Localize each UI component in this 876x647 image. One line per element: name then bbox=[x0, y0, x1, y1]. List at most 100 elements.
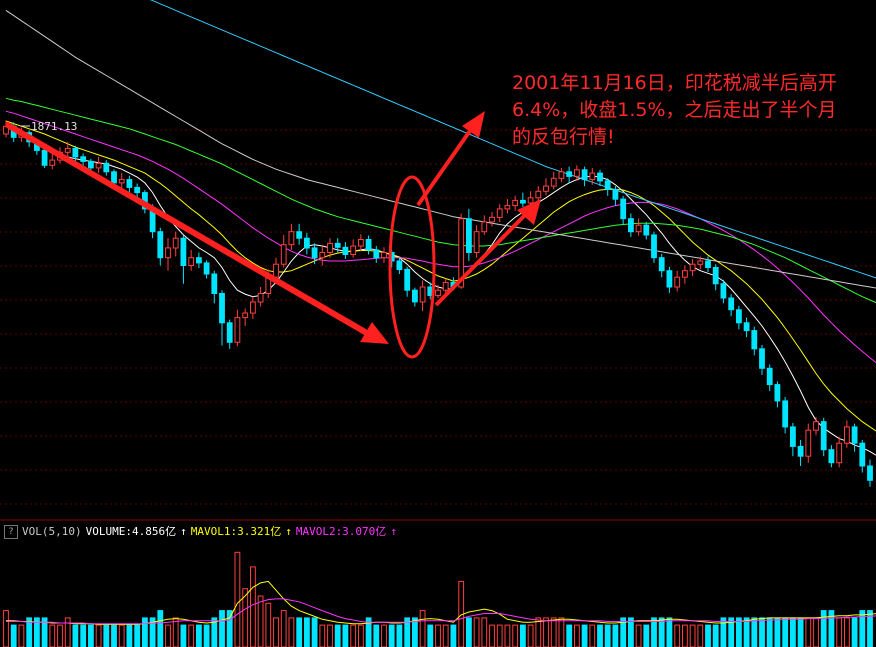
volume-bar bbox=[250, 566, 256, 647]
candle-body bbox=[697, 260, 704, 265]
volume-bar bbox=[80, 624, 87, 647]
candle-body bbox=[859, 442, 866, 467]
candle-body bbox=[180, 237, 187, 266]
volume-bar bbox=[820, 610, 827, 647]
downtrend-arrow bbox=[4, 121, 374, 339]
candle-body bbox=[666, 270, 673, 288]
volume-bar bbox=[527, 624, 534, 647]
candle-body bbox=[327, 242, 333, 253]
volume-bar bbox=[126, 624, 133, 647]
candle-body bbox=[342, 246, 349, 256]
candle-body bbox=[280, 244, 287, 265]
ma-line-2 bbox=[5, 120, 876, 432]
candle-body bbox=[797, 445, 804, 457]
volume-bar bbox=[797, 617, 804, 647]
volume-bar bbox=[720, 617, 727, 647]
annotation-line-1: 2001年11月16日，印花税减半后高开 bbox=[512, 72, 837, 94]
volume-bar bbox=[489, 624, 495, 647]
volume-bar bbox=[304, 617, 310, 647]
candle-body bbox=[535, 190, 542, 199]
candle-body bbox=[134, 186, 141, 194]
candle-body bbox=[442, 281, 449, 291]
candle-body bbox=[473, 231, 480, 253]
candle-body bbox=[304, 237, 310, 249]
volume-bar bbox=[774, 617, 781, 647]
candle-body bbox=[103, 162, 110, 173]
candle-body bbox=[574, 169, 580, 177]
candle-body bbox=[867, 465, 873, 481]
volume-bar bbox=[666, 617, 673, 647]
volume-bar bbox=[219, 610, 225, 647]
volume-bar bbox=[597, 624, 603, 647]
volume-bar bbox=[257, 595, 264, 647]
candle-body bbox=[813, 421, 819, 431]
candle-body bbox=[736, 309, 742, 324]
candle-body bbox=[566, 171, 573, 177]
candle-body bbox=[157, 231, 164, 259]
candle-body bbox=[628, 218, 634, 233]
volume-bar bbox=[188, 624, 195, 647]
volume-bar bbox=[473, 617, 480, 647]
moving-average-lines bbox=[5, 0, 876, 456]
volume-bars bbox=[3, 551, 873, 647]
candle-body bbox=[334, 242, 341, 248]
candle-body bbox=[350, 245, 357, 255]
candle-body bbox=[381, 252, 387, 259]
candle-body bbox=[226, 322, 233, 343]
volume-bar bbox=[689, 624, 696, 647]
volume-bar bbox=[412, 617, 418, 647]
help-icon[interactable]: ? bbox=[4, 525, 18, 539]
volume-bar bbox=[296, 617, 303, 647]
mavol1-arrow-icon: ↑ bbox=[285, 525, 292, 538]
mavol2-arrow-icon: ↑ bbox=[390, 525, 397, 538]
volume-bar bbox=[435, 624, 441, 647]
candle-body bbox=[635, 224, 642, 233]
volume-bar bbox=[790, 617, 796, 647]
volume-bar bbox=[388, 624, 395, 647]
candle-body bbox=[250, 301, 256, 314]
candle-body bbox=[72, 147, 79, 158]
volume-bar bbox=[327, 624, 333, 647]
candle-body bbox=[520, 199, 526, 204]
candle-body bbox=[589, 172, 596, 181]
volume-bar bbox=[450, 624, 457, 647]
candle-body bbox=[489, 216, 495, 223]
volume-bar bbox=[358, 624, 364, 647]
volume-bar bbox=[543, 617, 549, 647]
volume-bar bbox=[643, 624, 650, 647]
volume-bar bbox=[172, 617, 179, 647]
annotation-line-2: 6.4%，收盘1.5%，之后走出了半个月 bbox=[512, 99, 837, 121]
candle-body bbox=[828, 449, 835, 464]
ma-line-1 bbox=[5, 127, 876, 456]
candle-body bbox=[95, 162, 102, 169]
candle-body bbox=[234, 317, 241, 343]
volume-bar bbox=[782, 617, 789, 647]
candle-body bbox=[759, 348, 765, 369]
volume-bar bbox=[612, 624, 619, 647]
candle-body bbox=[820, 421, 827, 451]
volume-bar bbox=[550, 617, 557, 647]
candle-body bbox=[481, 221, 488, 233]
candle-body bbox=[211, 273, 218, 294]
candle-body bbox=[512, 199, 519, 207]
volume-bar bbox=[736, 617, 742, 647]
volume-bar bbox=[705, 624, 711, 647]
volume-bar bbox=[466, 617, 472, 647]
volume-bar bbox=[674, 624, 681, 647]
candle-body bbox=[674, 276, 681, 288]
volume-bar bbox=[350, 624, 357, 647]
candle-body bbox=[844, 426, 850, 444]
candle-body bbox=[651, 234, 657, 259]
candle-body bbox=[643, 224, 650, 236]
volume-bar bbox=[10, 624, 17, 647]
volume-bar bbox=[419, 610, 426, 647]
volume-bar bbox=[95, 624, 102, 647]
volume-bar bbox=[427, 624, 434, 647]
volume-bar bbox=[157, 610, 164, 647]
candle-body bbox=[558, 171, 565, 179]
candle-body bbox=[64, 147, 71, 153]
candle-body bbox=[496, 208, 503, 218]
volume-bar bbox=[574, 624, 580, 647]
volume-bar bbox=[373, 624, 380, 647]
candle-body bbox=[358, 239, 364, 247]
